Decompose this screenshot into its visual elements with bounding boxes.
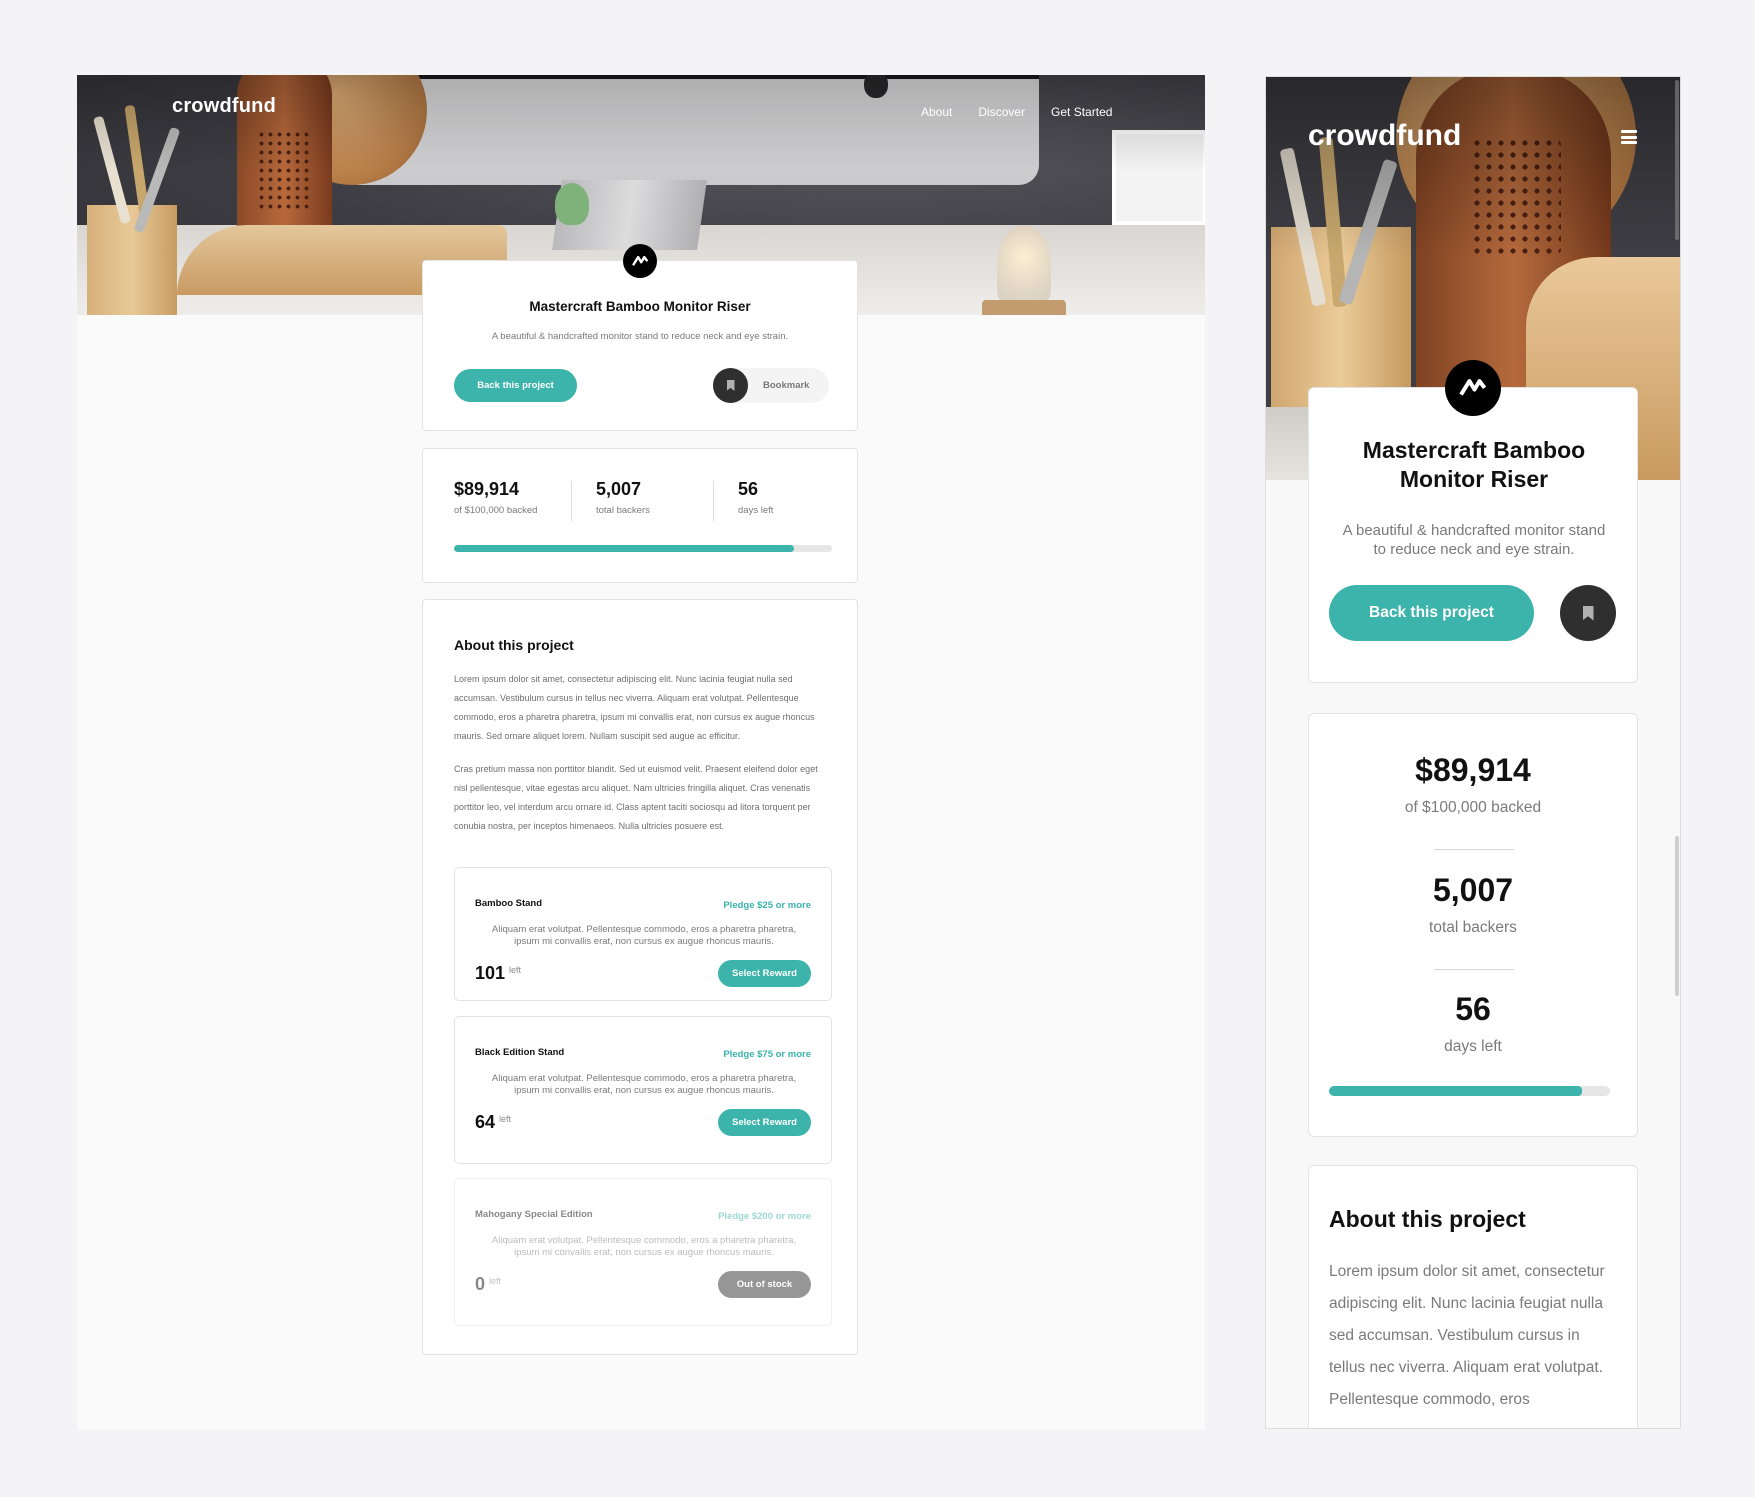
days-label: days left [738,505,774,516]
backed-amount: $89,914 [1415,752,1531,788]
reward-card-black-edition: Black Edition Stand Pledge $75 or more A… [454,1016,832,1164]
reward-description: Aliquam erat volutpat. Pellentesque comm… [491,924,797,947]
about-card: About this project Lorem ipsum dolor sit… [422,599,858,1355]
mobile-scrollbar-top[interactable] [1675,80,1679,240]
divider [571,481,572,521]
nav-link-get-started[interactable]: Get Started [1051,105,1112,119]
bookmark-label: Bookmark [763,380,810,391]
reward-card-mahogany: Mahogany Special Edition Pledge $200 or … [454,1178,832,1326]
backers-label: total backers [1429,919,1517,936]
divider [1434,849,1514,850]
reward-count: 0 [475,1274,486,1294]
backed-amount: $89,914 [454,479,520,499]
project-intro-card: Mastercraft Bamboo Monitor Riser A beaut… [422,244,858,431]
reward-stock: 0 left [475,1274,501,1295]
desktop-preview: crowdfund About Discover Get Started Mas… [77,75,1205,1430]
select-reward-button[interactable]: Select Reward [718,1109,811,1136]
mobile-stat-backers: 5,007 total backers [1309,872,1637,937]
reward-name: Bamboo Stand [475,898,543,909]
mastercraft-logo-icon [1445,360,1501,416]
stat-backers: 5,007 total backers [596,479,650,516]
about-paragraph-2: Cras pretium massa non porttitor blandit… [454,764,818,831]
bookmark-icon [1582,605,1594,621]
nav-link-discover[interactable]: Discover [978,105,1025,119]
reward-pledge: Pledge $200 or more [718,1211,811,1222]
backed-label: of $100,000 backed [454,505,538,516]
progress-fill [1329,1086,1582,1096]
stat-backed: $89,914 of $100,000 backed [454,479,537,516]
reward-pledge: Pledge $75 or more [723,1049,811,1060]
nav-link-about[interactable]: About [921,105,952,119]
backers-label: total backers [596,505,650,516]
mastercraft-logo-icon [623,244,657,278]
reward-name: Mahogany Special Edition [475,1209,593,1220]
backers-count: 5,007 [596,479,642,499]
stat-days: 56 days left [738,479,773,516]
mobile-stat-days: 56 days left [1309,991,1637,1056]
mobile-about-heading: About this project [1329,1206,1526,1232]
hamburger-menu-icon[interactable] [1621,130,1637,144]
backed-label: of $100,000 backed [1404,799,1542,816]
mobile-bookmark-button[interactable] [1560,585,1616,641]
divider [1434,969,1514,970]
project-description: A beautiful & handcrafted monitor stand … [491,331,789,342]
reward-left-label: left [489,1276,502,1286]
mobile-scrollbar-thumb[interactable] [1675,836,1679,996]
about-heading: About this project [454,637,574,653]
reward-count: 64 [475,1112,496,1132]
mobile-about-paragraph: Lorem ipsum dolor sit amet, consectetur … [1329,1263,1605,1408]
days-count: 56 [738,479,759,499]
back-project-button[interactable]: Back this project [454,369,577,402]
days-label: days left [1444,1038,1502,1055]
bookmark-button[interactable]: Bookmark [713,368,829,403]
mobile-project-title: Mastercraft Bamboo Monitor Riser [1362,437,1586,492]
mobile-preview: crowdfund Mastercraft Bamboo Monitor Ris… [1266,77,1680,1428]
reward-card-bamboo: Bamboo Stand Pledge $25 or more Aliquam … [454,867,832,1001]
mobile-about-card: About this project Lorem ipsum dolor sit… [1308,1165,1638,1428]
mobile-progress-bar [1329,1086,1610,1096]
out-of-stock-button: Out of stock [718,1271,811,1298]
reward-description: Aliquam erat volutpat. Pellentesque comm… [491,1073,797,1096]
reward-name: Black Edition Stand [475,1047,565,1058]
reward-description: Aliquam erat volutpat. Pellentesque comm… [491,1235,797,1258]
reward-left-label: left [499,1114,512,1124]
reward-left-label: left [509,965,522,975]
stats-card: $89,914 of $100,000 backed 5,007 total b… [422,448,858,583]
mobile-project-intro-card: Mastercraft Bamboo Monitor Riser A beaut… [1308,360,1638,683]
days-count: 56 [1455,991,1491,1027]
divider [713,481,714,521]
reward-count: 101 [475,963,506,983]
progress-fill [454,545,794,552]
mobile-stats-card: $89,914 of $100,000 backed 5,007 total b… [1308,713,1638,1137]
bookmark-icon [713,368,748,403]
top-nav: About Discover Get Started [921,105,1112,119]
mobile-project-description: A beautiful & handcrafted monitor stand … [1342,522,1606,558]
backers-count: 5,007 [1432,872,1514,908]
canvas: crowdfund About Discover Get Started Mas… [0,0,1755,1497]
mobile-stat-backed: $89,914 of $100,000 backed [1309,752,1637,817]
project-title: Mastercraft Bamboo Monitor Riser [529,299,751,314]
logo[interactable]: crowdfund [172,95,276,118]
reward-pledge: Pledge $25 or more [723,900,811,911]
reward-stock: 64 left [475,1112,511,1133]
mobile-back-project-button[interactable]: Back this project [1329,585,1534,641]
mobile-logo[interactable]: crowdfund [1308,119,1461,153]
reward-stock: 101 left [475,963,521,984]
progress-bar [454,545,832,552]
select-reward-button[interactable]: Select Reward [718,960,811,987]
about-paragraph-1: Lorem ipsum dolor sit amet, consectetur … [454,674,815,741]
